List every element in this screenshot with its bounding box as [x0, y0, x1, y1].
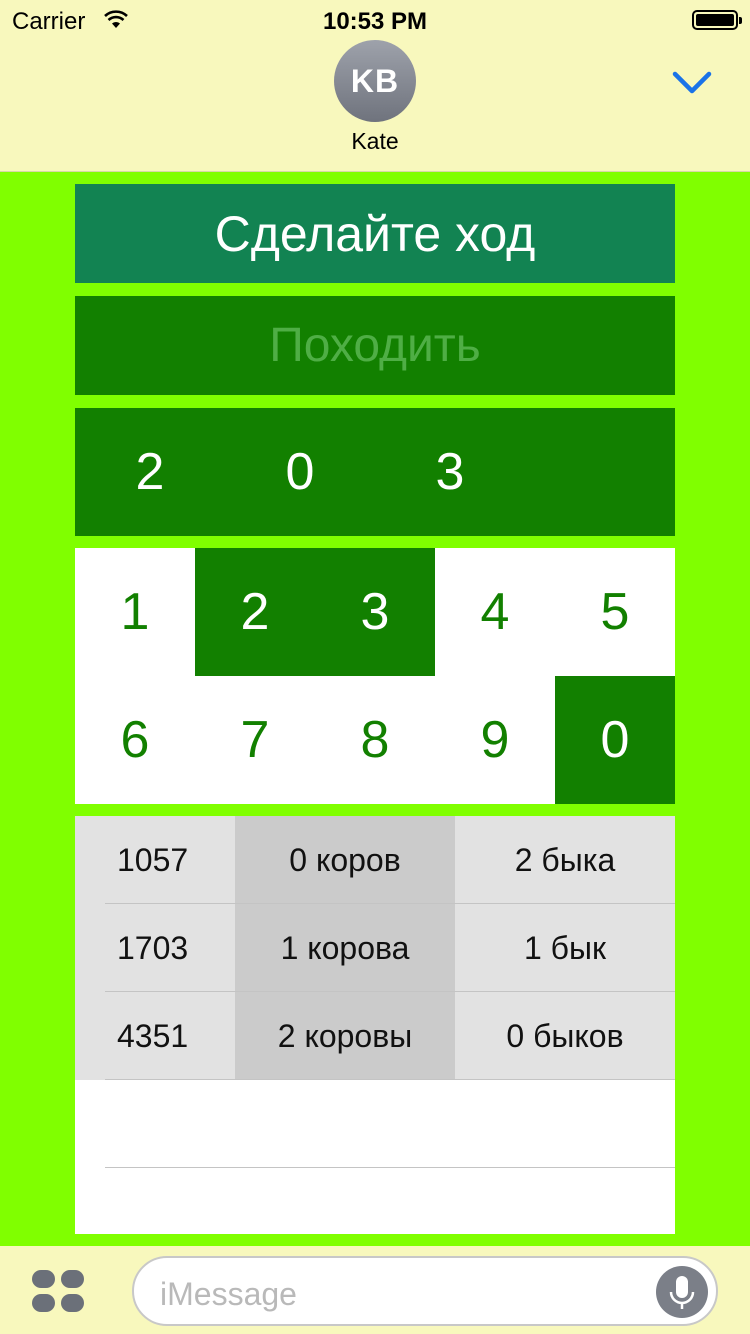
guess-number: 4351: [75, 992, 235, 1080]
cows-count: 0 коров: [235, 816, 455, 904]
microphone-icon[interactable]: [656, 1266, 708, 1318]
app-drawer-icon[interactable]: [32, 1270, 84, 1312]
prompt-banner: Сделайте ход: [75, 184, 675, 283]
messages-header: Carrier 10:53 PM KB Kate: [0, 0, 750, 172]
key-4[interactable]: 4: [435, 548, 555, 676]
key-8[interactable]: 8: [315, 676, 435, 804]
contact-name[interactable]: Kate: [0, 128, 750, 155]
guess-number: 1703: [75, 904, 235, 992]
message-placeholder: iMessage: [160, 1276, 297, 1312]
message-input[interactable]: iMessage: [132, 1256, 718, 1326]
guess-history-table: 1057 0 коров 2 быка 1703 1 корова 1 бык …: [75, 816, 675, 1234]
status-time: 10:53 PM: [322, 8, 428, 35]
key-3[interactable]: 3: [315, 548, 435, 676]
bulls-count: 2 быка: [455, 816, 675, 904]
bulls-count: 0 быков: [455, 992, 675, 1080]
key-5[interactable]: 5: [555, 548, 675, 676]
bulls-count: 1 бык: [455, 904, 675, 992]
key-7[interactable]: 7: [195, 676, 315, 804]
cows-count: 1 корова: [235, 904, 455, 992]
row-divider: [105, 1079, 675, 1080]
key-0[interactable]: 0: [555, 676, 675, 804]
key-2[interactable]: 2: [195, 548, 315, 676]
guess-number: 1057: [75, 816, 235, 904]
key-9[interactable]: 9: [435, 676, 555, 804]
row-divider: [105, 1167, 675, 1168]
status-bar: Carrier 10:53 PM: [0, 0, 750, 40]
key-1[interactable]: 1: [75, 548, 195, 676]
digit-keypad: 1 2 3 4 5 6 7 8 9 0: [75, 548, 675, 804]
table-row: 4351 2 коровы 0 быков: [75, 992, 675, 1080]
key-6[interactable]: 6: [75, 676, 195, 804]
make-move-button[interactable]: Походить: [75, 296, 675, 395]
cows-count: 2 коровы: [235, 992, 455, 1080]
chevron-down-icon[interactable]: [672, 68, 712, 98]
table-row: 1703 1 корова 1 бык: [75, 904, 675, 992]
game-area: Сделайте ход Походить 2 0 3 1 2 3 4 5 6 …: [0, 172, 750, 1246]
table-row: 1057 0 коров 2 быка: [75, 816, 675, 904]
row-divider: [105, 991, 675, 992]
row-divider: [105, 903, 675, 904]
guess-digit[interactable]: 0: [225, 442, 375, 502]
compose-bar: iMessage: [0, 1246, 750, 1334]
guess-digit[interactable]: 2: [75, 442, 225, 502]
avatar[interactable]: KB: [334, 40, 416, 122]
current-guess: 2 0 3: [75, 408, 675, 536]
guess-digit[interactable]: 3: [375, 442, 525, 502]
battery-icon: [692, 10, 742, 30]
